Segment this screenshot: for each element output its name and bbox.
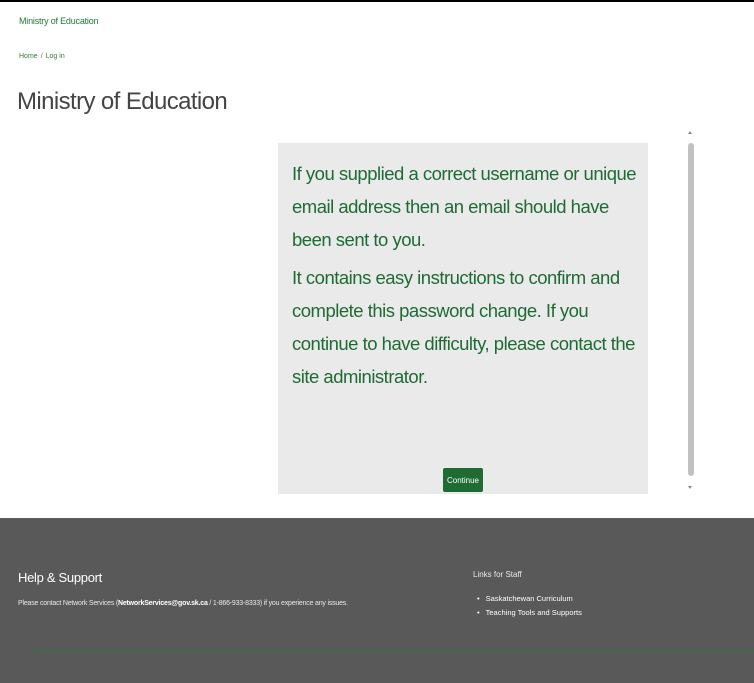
staff-link-item: • Saskatchewan Curriculum	[473, 591, 582, 605]
breadcrumb: Home / Log in	[19, 53, 65, 60]
footer-divider	[35, 651, 754, 652]
scroll-up-icon[interactable]	[688, 131, 692, 134]
help-text-suffix: / 1-866-933-8333) if you experience any …	[207, 600, 348, 607]
staff-link-item: • Teaching Tools and Supports	[473, 605, 582, 619]
bullet-icon: •	[477, 593, 480, 603]
network-services-email-link[interactable]: NetworkServices@gov.sk.ca	[118, 600, 208, 607]
site-name-link[interactable]: Ministry of Education	[19, 16, 99, 26]
confirmation-panel: If you supplied a correct username or un…	[278, 143, 648, 494]
top-border	[0, 0, 754, 2]
help-support-heading: Help & Support	[18, 570, 102, 585]
breadcrumb-home[interactable]: Home	[19, 53, 38, 60]
page-title: Ministry of Education	[17, 88, 228, 115]
help-text-prefix: Please contact Network Services (	[18, 600, 118, 607]
message-paragraph-1: If you supplied a correct username or un…	[292, 163, 637, 250]
staff-links-list: • Saskatchewan Curriculum • Teaching Too…	[473, 591, 582, 619]
scroll-thumb[interactable]	[688, 143, 694, 476]
breadcrumb-separator: /	[40, 53, 43, 60]
page-footer: Help & Support Please contact Network Se…	[0, 518, 754, 683]
links-for-staff-heading: Links for Staff	[473, 570, 522, 579]
saskatchewan-curriculum-link[interactable]: Saskatchewan Curriculum	[486, 594, 573, 603]
confirmation-message: If you supplied a correct username or un…	[292, 157, 638, 393]
message-paragraph-2: It contains easy instructions to confirm…	[292, 267, 635, 387]
continue-button[interactable]: Continue	[443, 468, 483, 492]
teaching-tools-link[interactable]: Teaching Tools and Supports	[486, 608, 582, 617]
help-support-text: Please contact Network Services (Network…	[18, 600, 348, 607]
scroll-down-icon[interactable]	[688, 486, 692, 489]
breadcrumb-login[interactable]: Log in	[46, 53, 65, 60]
scrollbar[interactable]	[686, 131, 696, 489]
bullet-icon: •	[477, 607, 480, 617]
